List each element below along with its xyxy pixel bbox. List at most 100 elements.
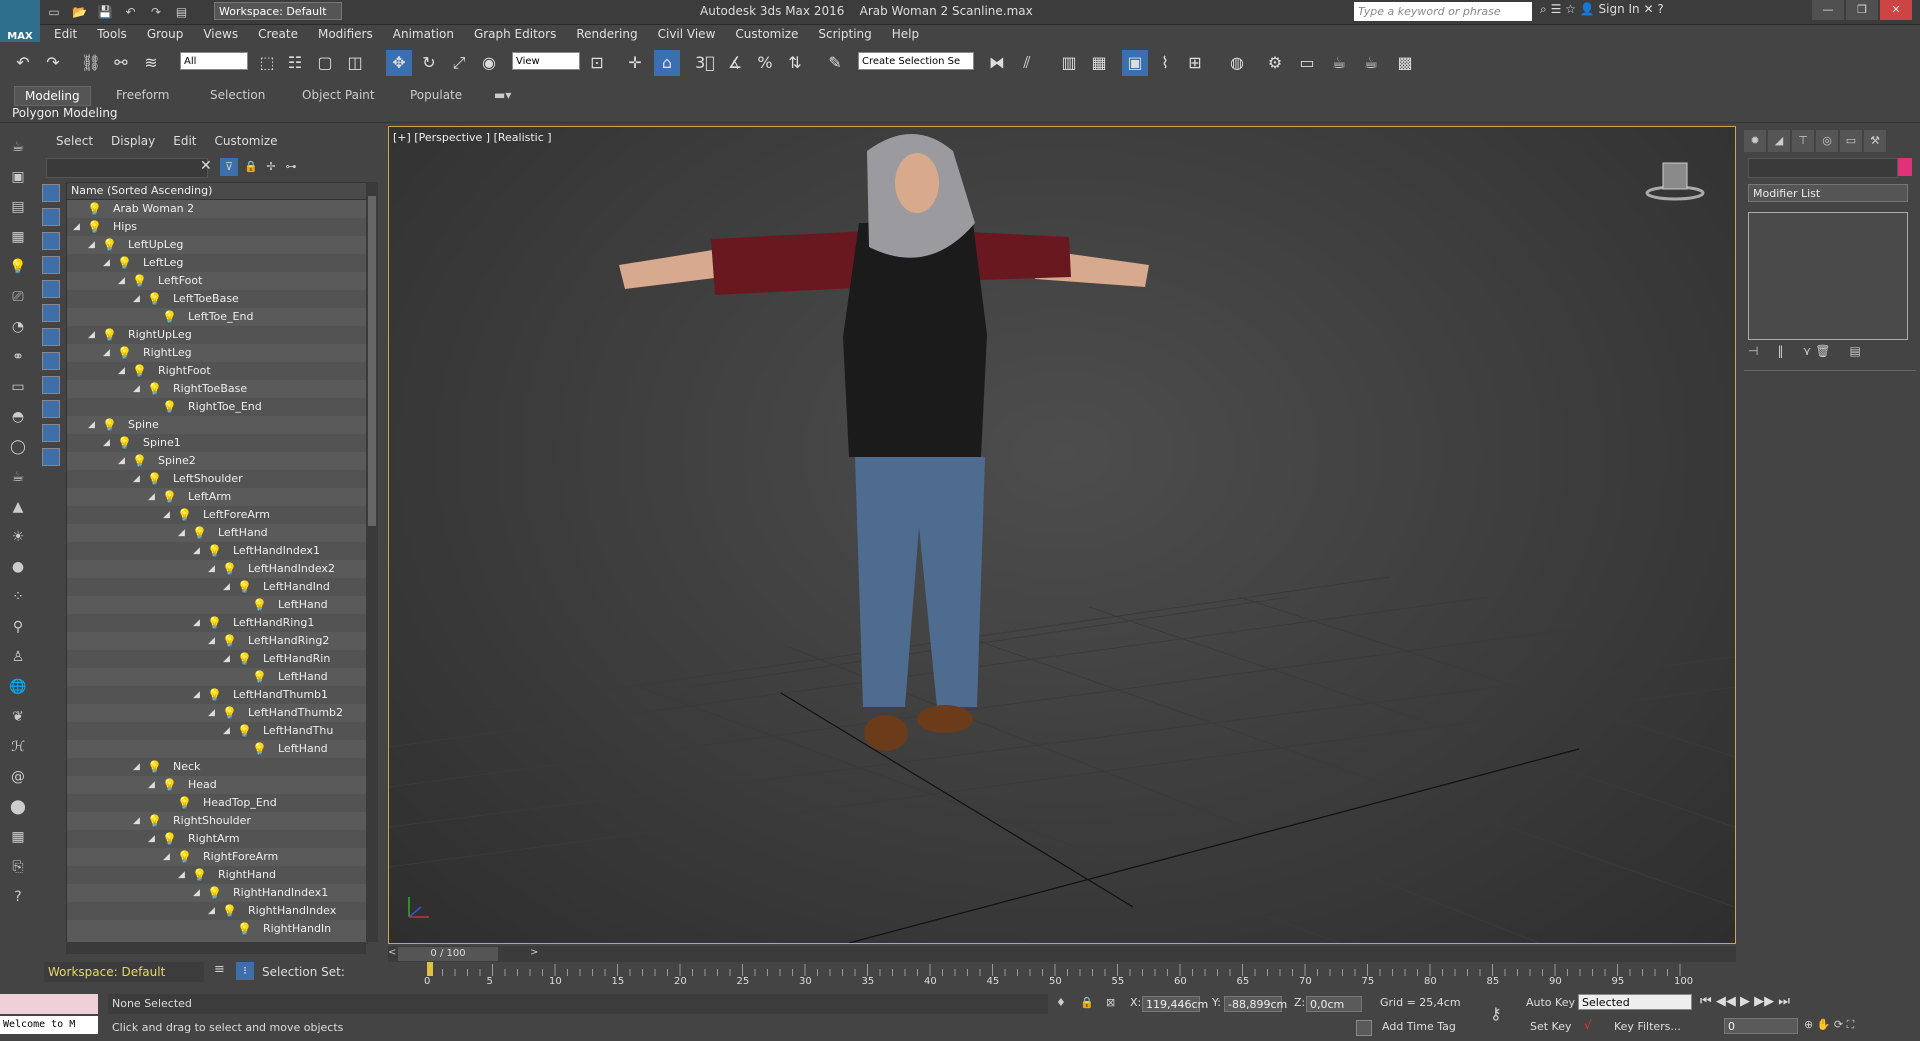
expand-triangle-icon[interactable]: ◢ (148, 776, 155, 794)
menu-scripting[interactable]: Scripting (808, 24, 881, 44)
scene-tree-row[interactable]: 💡 RightHandIn (67, 920, 367, 938)
selection-set-icon[interactable]: ⁝ (236, 962, 254, 980)
menu-animation[interactable]: Animation (383, 24, 464, 44)
visibility-bulb-icon[interactable]: 💡 (222, 902, 237, 920)
help-circle-icon[interactable]: ? (4, 884, 32, 910)
scene-tree-header[interactable]: Name (Sorted Ascending) (67, 183, 367, 200)
ribbon-options-button[interactable]: ▬▾ (484, 86, 521, 104)
expand-triangle-icon[interactable]: ◢ (103, 434, 110, 452)
clear-search-icon[interactable]: ✕ (200, 158, 212, 174)
visibility-bulb-icon[interactable]: 💡 (87, 200, 102, 218)
scene-explorer-menu-customize[interactable]: Customize (215, 134, 278, 148)
graphite-toolbar-icon[interactable]: ▦ (1086, 50, 1112, 76)
workspace-select[interactable]: Workspace: Default (214, 2, 342, 20)
biped-icon[interactable]: ♙ (4, 644, 32, 670)
add-to-selection-icon[interactable]: ✢ (262, 158, 280, 176)
visibility-bulb-icon[interactable]: 💡 (147, 290, 162, 308)
display-tab-icon[interactable]: ▭ (1840, 130, 1862, 152)
auto-key-button[interactable]: Auto Key (1526, 996, 1575, 1009)
create-tab-icon[interactable]: ✹ (1744, 130, 1766, 152)
show-end-result-icon[interactable]: ‖ (1778, 344, 1784, 358)
lock-icon[interactable]: 🔒 (242, 158, 260, 176)
perspective-viewport[interactable]: [+] [Perspective ] [Realistic ] (388, 126, 1736, 944)
expand-triangle-icon[interactable]: ◢ (178, 524, 185, 542)
visibility-bulb-icon[interactable]: 💡 (117, 344, 132, 362)
geometry-filter-icon[interactable] (42, 184, 60, 202)
visibility-bulb-icon[interactable]: 💡 (132, 362, 147, 380)
add-time-tag-icon[interactable] (1356, 1020, 1372, 1036)
current-frame-marker[interactable] (427, 962, 433, 976)
undo-icon[interactable]: ↶ (121, 3, 141, 21)
layers-icon[interactable]: ▤ (4, 194, 32, 220)
object-color-swatch[interactable] (1898, 158, 1912, 176)
expand-triangle-icon[interactable]: ◢ (88, 236, 95, 254)
visibility-bulb-icon[interactable]: 💡 (177, 794, 192, 812)
bone-icon[interactable]: ⚲ (4, 614, 32, 640)
ball-icon[interactable]: ⬤ (4, 794, 32, 820)
modifier-stack[interactable] (1748, 212, 1908, 340)
visibility-bulb-icon[interactable]: 💡 (207, 614, 222, 632)
minimize-button[interactable]: — (1812, 0, 1844, 20)
time-slider-next-icon[interactable]: > (530, 947, 538, 958)
scene-tree-row[interactable]: ◢ 💡 LeftHandRing1 (67, 614, 367, 632)
scene-tree-row[interactable]: ◢ 💡 Spine (67, 416, 367, 434)
sound-icon[interactable]: ◔ (4, 314, 32, 340)
render-iterative-icon[interactable]: ☕ (1358, 50, 1384, 76)
sign-in-link[interactable]: Sign In (1599, 2, 1640, 16)
undo-icon[interactable]: ↶ (10, 50, 36, 76)
scene-tree-row[interactable]: ◢ 💡 RightArm (67, 830, 367, 848)
expand-triangle-icon[interactable]: ◢ (163, 506, 170, 524)
expand-triangle-icon[interactable]: ◢ (133, 290, 140, 308)
scene-tree-row[interactable]: ◢ 💡 LeftHand (67, 524, 367, 542)
script-icon[interactable]: ⎘ (4, 854, 32, 880)
scene-tree-row[interactable]: ◢ 💡 LeftFoot (67, 272, 367, 290)
tab-selection[interactable]: Selection (200, 86, 275, 104)
close-x-icon[interactable]: ✕ (1644, 2, 1654, 16)
xrefs-filter-icon[interactable] (42, 352, 60, 370)
sphere-icon[interactable]: ◓ (4, 404, 32, 430)
scene-tree-row[interactable]: ◢ 💡 LeftHandRin (67, 650, 367, 668)
visibility-bulb-icon[interactable]: 💡 (222, 704, 237, 722)
bind-space-warp-icon[interactable]: ≋ (138, 50, 164, 76)
visibility-bulb-icon[interactable]: 💡 (162, 830, 177, 848)
scene-tree-row[interactable]: ◢ 💡 RightLeg (67, 344, 367, 362)
hair-icon[interactable]: ℋ (4, 734, 32, 760)
object-name-field[interactable] (1748, 158, 1898, 178)
expand-triangle-icon[interactable]: ◢ (208, 902, 215, 920)
foliage-icon[interactable]: ❦ (4, 704, 32, 730)
visibility-bulb-icon[interactable]: 💡 (117, 254, 132, 272)
bones-filter-icon[interactable] (42, 376, 60, 394)
scene-tree-row[interactable]: ◢ 💡 LeftUpLeg (67, 236, 367, 254)
remove-modifier-icon[interactable]: 🗑 (1815, 344, 1830, 358)
snaps-toggle-icon[interactable]: 3⃣ (692, 50, 718, 76)
named-selection-set-select[interactable]: Create Selection Se (858, 52, 974, 70)
scene-tree-row[interactable]: ◢ 💡 LeftHandRing2 (67, 632, 367, 650)
containers-filter-icon[interactable] (42, 400, 60, 418)
search-input[interactable]: Type a keyword or phrase (1354, 2, 1532, 21)
scene-tree-row[interactable]: ◢ 💡 RightUpLeg (67, 326, 367, 344)
menu-views[interactable]: Views (193, 24, 248, 44)
visibility-bulb-icon[interactable]: 💡 (222, 560, 237, 578)
visibility-bulb-icon[interactable]: 💡 (102, 326, 117, 344)
ribbon-panel-title[interactable]: Polygon Modeling (12, 106, 118, 120)
hidden-filter-icon[interactable] (42, 448, 60, 466)
star-icon[interactable]: ☆ (1565, 2, 1576, 16)
make-unique-icon[interactable]: ⋎ (1803, 344, 1812, 358)
visibility-bulb-icon[interactable]: 💡 (237, 722, 252, 740)
expand-triangle-icon[interactable]: ◢ (118, 452, 125, 470)
curve-editor-icon[interactable]: ⌇ (1152, 50, 1178, 76)
scene-tree-row[interactable]: ◢ 💡 LeftHandIndex2 (67, 560, 367, 578)
scene-tree-row[interactable]: ◢ 💡 RightShoulder (67, 812, 367, 830)
rotate-icon[interactable]: ↻ (416, 50, 442, 76)
scene-tree-row[interactable]: ◢ 💡 RightForeArm (67, 848, 367, 866)
hierarchy-icon[interactable]: ⊶ (282, 158, 300, 176)
key-mode-select[interactable]: Selected (1578, 994, 1692, 1010)
menu-edit[interactable]: Edit (44, 24, 87, 44)
visibility-bulb-icon[interactable]: 💡 (102, 236, 117, 254)
tab-object-paint[interactable]: Object Paint (292, 86, 385, 104)
link-chain-icon[interactable]: ⚭ (4, 344, 32, 370)
scene-explorer-search-input[interactable] (46, 158, 208, 178)
visibility-bulb-icon[interactable]: 💡 (162, 308, 177, 326)
scale-icon[interactable]: ⤢ (446, 50, 472, 76)
motion-tab-icon[interactable]: ◎ (1816, 130, 1838, 152)
